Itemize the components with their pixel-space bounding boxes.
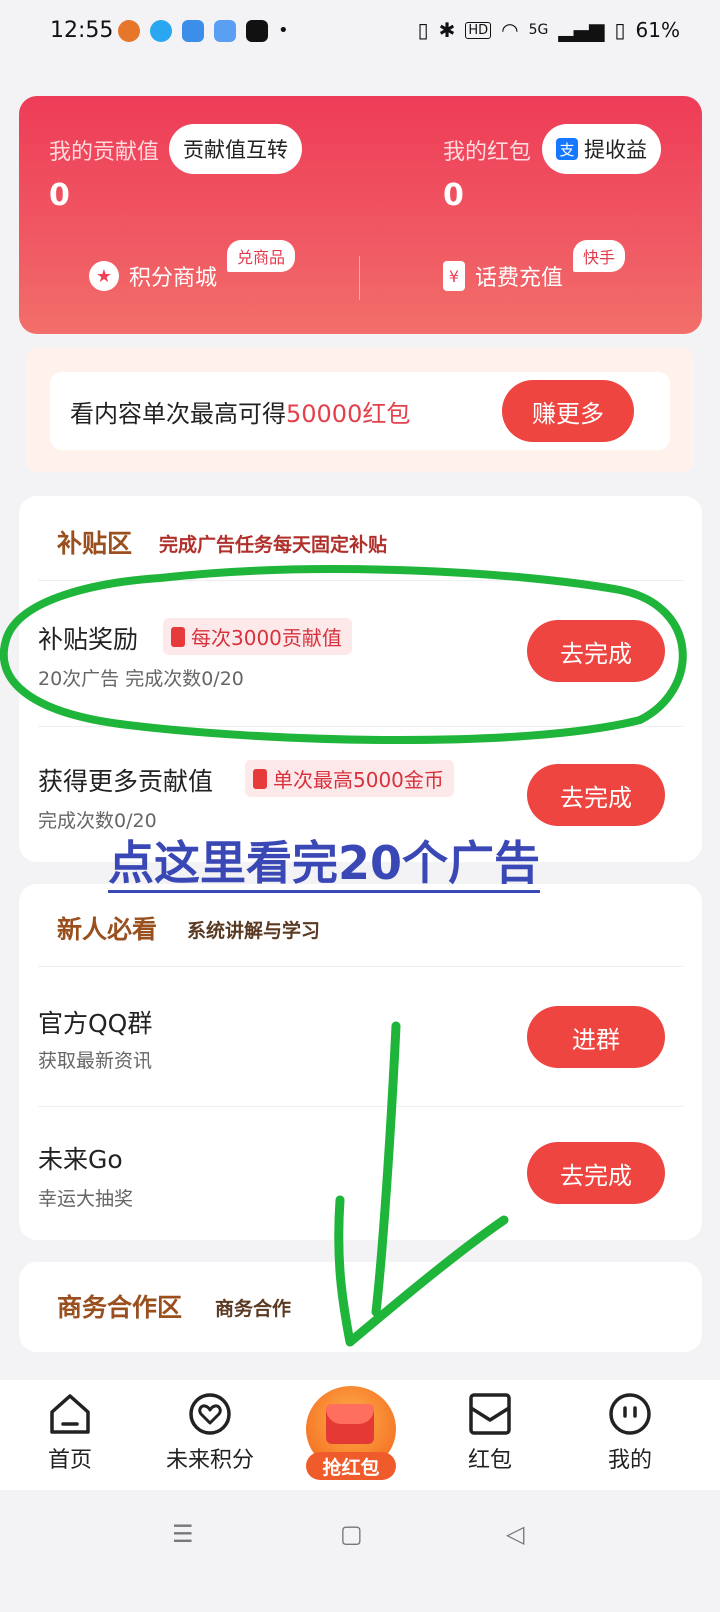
envelope-icon <box>469 1393 511 1435</box>
tab-redpacket[interactable]: 红包 <box>430 1392 550 1474</box>
more-contribution-button[interactable]: 去完成 <box>527 764 665 826</box>
newbie-title: 新人必看 <box>57 915 158 944</box>
battery-text: 61% <box>635 18 680 42</box>
future-go-button[interactable]: 去完成 <box>527 1142 665 1204</box>
future-go-title: 未来Go <box>38 1145 123 1174</box>
annotation-text: 点这里看完20个广告 <box>108 836 541 893</box>
more-contribution-tag-text: 单次最高5000金币 <box>273 768 444 792</box>
tab-points-label: 未来积分 <box>165 1448 254 1473</box>
transfer-button[interactable]: 贡献值互转 <box>169 124 302 174</box>
banner-inner: 看内容单次最高可得50000红包 赚更多 <box>50 372 670 450</box>
account-summary-card: 我的贡献值 贡献值互转 0 我的红包 支 提收益 0 兑商品 ★ 积分商城 快手… <box>19 96 702 334</box>
earn-more-banner: 看内容单次最高可得50000红包 赚更多 <box>26 348 694 472</box>
phone-recharge-link[interactable]: ¥ 话费充值 <box>443 260 563 292</box>
subsidy-reward-tag-text: 每次3000贡献值 <box>191 626 342 650</box>
feather-app-icon <box>182 20 204 42</box>
subsidy-reward-sub: 20次广告 完成次数0/20 <box>38 668 244 690</box>
business-section: 商务合作区 商务合作 <box>19 1262 702 1352</box>
divider <box>38 726 683 727</box>
more-contribution-tag: 单次最高5000金币 <box>245 760 454 797</box>
newbie-subtitle: 系统讲解与学习 <box>187 920 321 942</box>
signal-icon: ▂▄▆ <box>558 18 605 42</box>
system-nav-bar: ☰ ▢ ◁ <box>0 1490 720 1612</box>
banner-text: 看内容单次最高可得50000红包 <box>70 394 410 429</box>
subsidy-title: 补贴区 <box>57 529 133 558</box>
subsidy-subtitle: 完成广告任务每天固定补贴 <box>159 534 388 556</box>
wifi-icon: ◠ <box>501 18 519 42</box>
battery-icon: ▯ <box>614 18 626 42</box>
hd-icon: HD <box>465 21 492 39</box>
points-mall-link[interactable]: ★ 积分商城 <box>89 260 217 292</box>
newbie-section: 新人必看 系统讲解与学习 官方QQ群 获取最新资讯 进群 未来Go 幸运大抽奖 … <box>19 884 702 1240</box>
bluetooth-icon: ✱ <box>438 18 456 42</box>
recharge-label: 话费充值 <box>475 266 564 291</box>
back-icon[interactable]: ◁ <box>506 1520 524 1548</box>
divider <box>38 580 683 581</box>
status-right: ▯ ✱ HD ◠ 5G ▂▄▆ ▯ 61% <box>418 18 680 42</box>
card-divider <box>359 256 360 300</box>
tab-points[interactable]: 未来积分 <box>150 1392 270 1474</box>
envelope-flap <box>326 1404 374 1424</box>
banner-text-prefix: 看内容单次最高可得 <box>70 400 286 428</box>
heart-icon <box>189 1393 231 1435</box>
tab-redpacket-label: 红包 <box>467 1448 512 1473</box>
qq-group-sub: 获取最新资讯 <box>38 1050 153 1072</box>
redpacket-value: 0 <box>443 178 464 213</box>
face-icon <box>609 1393 651 1435</box>
notification-icons: • <box>118 20 289 42</box>
cloud-app-icon <box>214 20 236 42</box>
tab-home[interactable]: 首页 <box>10 1392 130 1474</box>
withdraw-button[interactable]: 支 提收益 <box>542 124 661 174</box>
tab-grab-label: 抢红包 <box>306 1452 396 1480</box>
join-group-button[interactable]: 进群 <box>527 1006 665 1068</box>
phone-bill-icon: ¥ <box>443 261 465 291</box>
subsidy-reward-button[interactable]: 去完成 <box>527 620 665 682</box>
subsidy-reward-title: 补贴奖励 <box>38 625 139 654</box>
status-time: 12:55 <box>50 18 114 43</box>
divider <box>38 966 683 967</box>
contribution-label: 我的贡献值 <box>49 140 160 165</box>
qq-icon <box>150 20 172 42</box>
tab-mine[interactable]: 我的 <box>570 1392 690 1474</box>
contribution-value: 0 <box>49 178 70 213</box>
red-packet-icon <box>253 768 267 789</box>
alipay-icon: 支 <box>556 138 578 160</box>
business-subtitle: 商务合作 <box>215 1298 292 1320</box>
banner-text-highlight: 50000红包 <box>286 400 411 428</box>
subsidy-section: 补贴区 完成广告任务每天固定补贴 补贴奖励 每次3000贡献值 20次广告 完成… <box>19 496 702 862</box>
home-icon <box>50 1394 90 1434</box>
recharge-badge: 快手 <box>573 240 626 272</box>
earn-more-button[interactable]: 赚更多 <box>502 380 634 442</box>
home-nav-icon[interactable]: ▢ <box>340 1520 363 1548</box>
future-go-sub: 幸运大抽奖 <box>38 1188 134 1210</box>
more-notifications-dot: • <box>278 20 289 41</box>
menu-icon[interactable]: ☰ <box>172 1520 194 1548</box>
tab-home-label: 首页 <box>47 1448 92 1473</box>
redpacket-label: 我的红包 <box>443 140 532 165</box>
subsidy-reward-tag: 每次3000贡献值 <box>163 618 352 655</box>
qq-group-title: 官方QQ群 <box>38 1009 153 1038</box>
mall-label: 积分商城 <box>129 266 218 291</box>
mall-badge: 兑商品 <box>227 240 296 272</box>
tiktok-icon <box>246 20 268 42</box>
star-icon: ★ <box>89 261 119 291</box>
basketball-app-icon <box>118 20 140 42</box>
signal-label: 5G <box>528 22 549 38</box>
more-contribution-sub: 完成次数0/20 <box>38 810 157 832</box>
divider <box>38 1106 683 1107</box>
red-packet-icon <box>171 626 185 647</box>
business-title: 商务合作区 <box>57 1293 183 1322</box>
vibrate-icon: ▯ <box>417 18 429 42</box>
more-contribution-title: 获得更多贡献值 <box>38 767 214 796</box>
tab-mine-label: 我的 <box>607 1448 652 1473</box>
status-bar: 12:55 • ▯ ✱ HD ◠ 5G ▂▄▆ ▯ 61% <box>0 0 720 66</box>
tab-grab-redpacket[interactable]: 抢红包 <box>302 1382 402 1486</box>
withdraw-label: 提收益 <box>584 138 647 162</box>
